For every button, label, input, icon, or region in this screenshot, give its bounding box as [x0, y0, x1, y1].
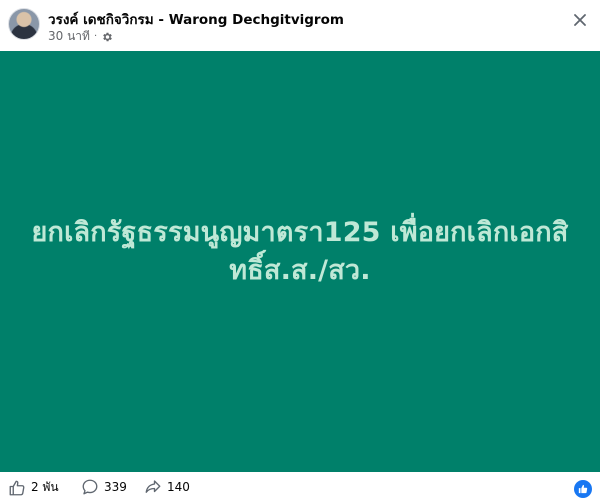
- gear-icon[interactable]: [101, 31, 113, 43]
- like-reaction-icon[interactable]: [574, 480, 592, 498]
- comment-count: 339: [104, 480, 127, 494]
- comment-button[interactable]: 339: [81, 478, 127, 496]
- post-header: วรงค์ เดชกิจวิกรม - Warong Dechgitvigrom…: [0, 0, 600, 50]
- like-button[interactable]: 2 พัน: [8, 478, 59, 497]
- share-count: 140: [167, 480, 190, 494]
- like-count: 2 พัน: [31, 480, 59, 494]
- meta-separator: ·: [93, 31, 98, 42]
- share-arrow-icon: [144, 478, 162, 496]
- post-text: ยกเลิกรัฐธรรมนูญมาตรา125 เพื่อยกเลิกเอกส…: [31, 217, 569, 286]
- post-meta: 30 นาที ·: [48, 27, 113, 46]
- comment-bubble-icon: [81, 478, 99, 496]
- thumbs-up-icon: [8, 479, 26, 497]
- post-background-card: ยกเลิกรัฐธรรมนูญมาตรา125 เพื่อยกเลิกเอกส…: [0, 51, 600, 472]
- timestamp[interactable]: 30 นาที: [48, 27, 90, 46]
- avatar[interactable]: [8, 8, 40, 40]
- close-icon[interactable]: [570, 10, 590, 30]
- share-button[interactable]: 140: [144, 478, 190, 496]
- post-footer: 2 พัน 339 140: [0, 472, 600, 504]
